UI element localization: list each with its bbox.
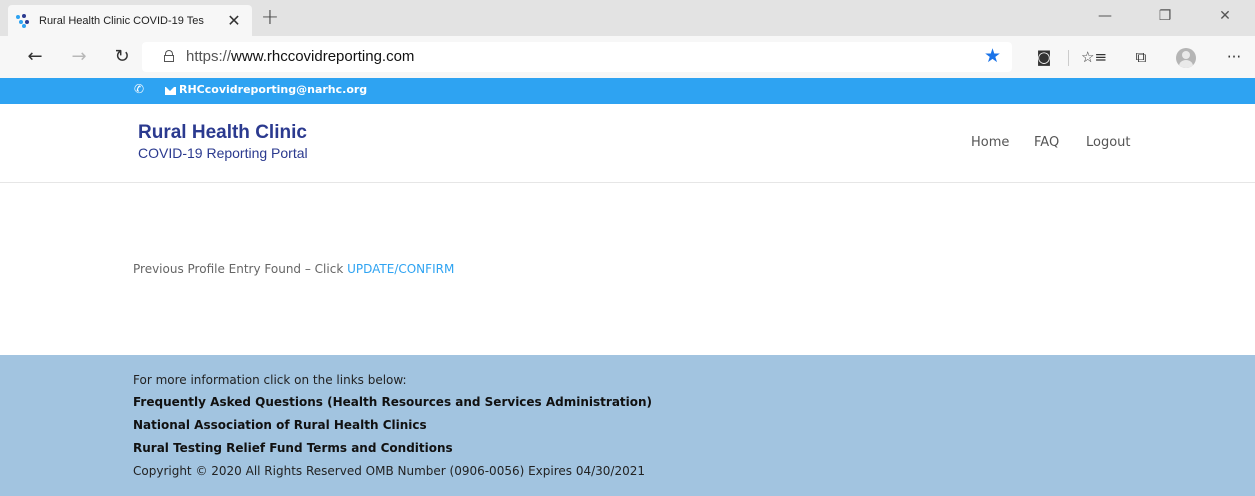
url-protocol: https:// (186, 48, 232, 65)
refresh-button[interactable]: ↻ (109, 45, 135, 69)
relief-fund-terms-link[interactable]: Rural Testing Relief Fund Terms and Cond… (133, 441, 453, 455)
profile-avatar-icon[interactable] (1176, 48, 1196, 68)
lock-icon[interactable] (164, 50, 174, 62)
site-logo-title[interactable]: Rural Health Clinic (138, 122, 307, 144)
new-tab-button[interactable]: + (258, 6, 282, 30)
browser-tab[interactable]: Rural Health Clinic COVID-19 Tes ✕ (8, 5, 252, 36)
url-host: www.rhccovidreporting.com (231, 48, 415, 65)
site-favicon-icon (16, 13, 30, 28)
update-confirm-link[interactable]: UPDATE/CONFIRM (347, 262, 454, 276)
phone-icon: ✆ (134, 82, 145, 96)
address-bar[interactable]: https://www.rhccovidreporting.com ★ (142, 42, 1012, 72)
url-text[interactable]: https://www.rhccovidreporting.com (186, 48, 414, 65)
site-header: Rural Health Clinic COVID-19 Reporting P… (0, 104, 1255, 183)
tab-close-icon[interactable]: ✕ (224, 11, 244, 30)
profile-notice: Previous Profile Entry Found – Click UPD… (133, 262, 454, 276)
back-button[interactable]: ← (22, 45, 48, 69)
forward-button[interactable]: → (66, 45, 92, 69)
contact-email-link[interactable]: RHCcovidreporting@narhc.org (179, 83, 367, 96)
faq-hrsa-link[interactable]: Frequently Asked Questions (Health Resou… (133, 395, 652, 409)
restore-button[interactable]: ❐ (1145, 4, 1185, 28)
toolbar-divider (1068, 50, 1069, 66)
collections-icon[interactable]: ⧉ (1128, 45, 1154, 69)
nav-home-link[interactable]: Home (971, 135, 1009, 150)
contact-bar: ✆ RHCcovidreporting@narhc.org (0, 78, 1255, 104)
site-logo-subtitle[interactable]: COVID-19 Reporting Portal (138, 145, 308, 161)
tab-title: Rural Health Clinic COVID-19 Tes (39, 14, 204, 27)
mail-icon (165, 87, 176, 95)
site-footer: For more information click on the links … (0, 355, 1255, 496)
favorite-star-icon[interactable]: ★ (984, 45, 1001, 67)
browser-toolbar: ← → ↻ https://www.rhccovidreporting.com … (0, 36, 1255, 78)
nav-faq-link[interactable]: FAQ (1034, 135, 1059, 150)
narhc-link[interactable]: National Association of Rural Health Cli… (133, 418, 427, 432)
favorites-list-icon[interactable]: ☆≡ (1081, 45, 1107, 69)
footer-intro: For more information click on the links … (133, 373, 407, 387)
extension-icon[interactable]: ◙ (1031, 45, 1057, 69)
minimize-button[interactable]: — (1085, 4, 1125, 28)
nav-logout-link[interactable]: Logout (1086, 135, 1131, 150)
browser-tab-strip: Rural Health Clinic COVID-19 Tes ✕ + — ❐… (0, 0, 1255, 36)
more-menu-icon[interactable]: ··· (1221, 45, 1247, 69)
close-window-button[interactable]: ✕ (1205, 4, 1245, 28)
profile-notice-text: Previous Profile Entry Found – Click (133, 262, 348, 276)
footer-copyright: Copyright © 2020 All Rights Reserved OMB… (133, 464, 646, 478)
